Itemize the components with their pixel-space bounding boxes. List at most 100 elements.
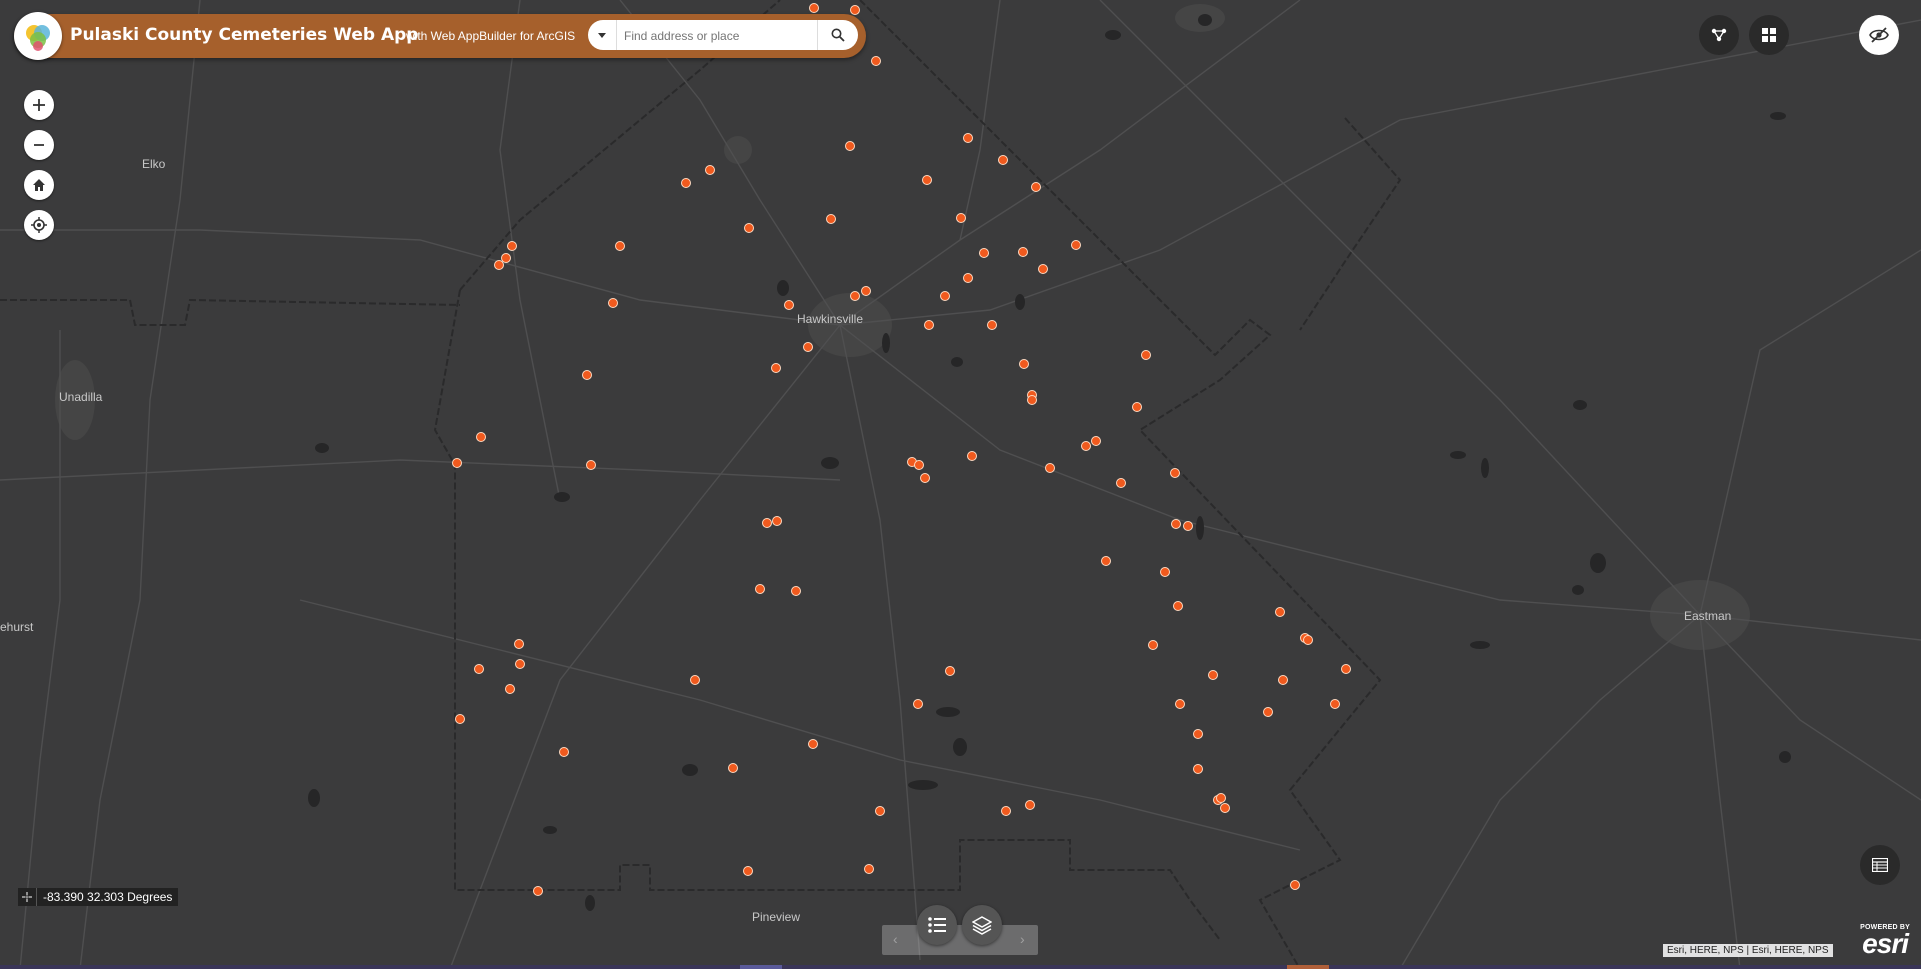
cemetery-marker[interactable] bbox=[1183, 521, 1193, 531]
cemetery-marker[interactable] bbox=[945, 666, 955, 676]
cemetery-marker[interactable] bbox=[755, 584, 765, 594]
cemetery-marker[interactable] bbox=[762, 518, 772, 528]
cemetery-marker[interactable] bbox=[1141, 350, 1151, 360]
cemetery-marker[interactable] bbox=[476, 432, 486, 442]
cemetery-marker[interactable] bbox=[1027, 395, 1037, 405]
prev-arrow[interactable]: ‹ bbox=[893, 931, 898, 947]
cemetery-marker[interactable] bbox=[861, 286, 871, 296]
map-attribution[interactable]: Esri, HERE, NPS | Esri, HERE, NPS bbox=[1663, 944, 1833, 957]
cemetery-marker[interactable] bbox=[1175, 699, 1185, 709]
cemetery-marker[interactable] bbox=[1025, 800, 1035, 810]
cemetery-marker[interactable] bbox=[914, 460, 924, 470]
cemetery-marker[interactable] bbox=[1116, 478, 1126, 488]
cemetery-marker[interactable] bbox=[728, 763, 738, 773]
cemetery-marker[interactable] bbox=[1018, 247, 1028, 257]
cemetery-marker[interactable] bbox=[875, 806, 885, 816]
cemetery-marker[interactable] bbox=[559, 747, 569, 757]
cemetery-marker[interactable] bbox=[505, 684, 515, 694]
cemetery-marker[interactable] bbox=[1091, 436, 1101, 446]
search-source-dropdown[interactable] bbox=[588, 20, 617, 50]
cemetery-marker[interactable] bbox=[826, 214, 836, 224]
cemetery-marker[interactable] bbox=[1193, 764, 1203, 774]
cemetery-marker[interactable] bbox=[850, 5, 860, 15]
share-button[interactable] bbox=[1699, 15, 1739, 55]
cemetery-marker[interactable] bbox=[1031, 182, 1041, 192]
cemetery-marker[interactable] bbox=[850, 291, 860, 301]
home-button[interactable] bbox=[24, 170, 54, 200]
toggle-visibility-button[interactable] bbox=[1859, 15, 1899, 55]
cemetery-marker[interactable] bbox=[533, 886, 543, 896]
cemetery-marker[interactable] bbox=[1263, 707, 1273, 717]
cemetery-marker[interactable] bbox=[1001, 806, 1011, 816]
cemetery-marker[interactable] bbox=[1220, 803, 1230, 813]
cemetery-marker[interactable] bbox=[940, 291, 950, 301]
cemetery-marker[interactable] bbox=[582, 370, 592, 380]
legend-button[interactable] bbox=[917, 905, 957, 945]
cemetery-marker[interactable] bbox=[956, 213, 966, 223]
cemetery-marker[interactable] bbox=[1101, 556, 1111, 566]
cemetery-marker[interactable] bbox=[681, 178, 691, 188]
cemetery-marker[interactable] bbox=[1171, 519, 1181, 529]
cemetery-marker[interactable] bbox=[1216, 793, 1226, 803]
cemetery-marker[interactable] bbox=[1038, 264, 1048, 274]
cemetery-marker[interactable] bbox=[1290, 880, 1300, 890]
cemetery-marker[interactable] bbox=[586, 460, 596, 470]
search-input[interactable] bbox=[622, 24, 816, 48]
cemetery-marker[interactable] bbox=[979, 248, 989, 258]
cemetery-marker[interactable] bbox=[922, 175, 932, 185]
cemetery-marker[interactable] bbox=[998, 155, 1008, 165]
cemetery-marker[interactable] bbox=[507, 241, 517, 251]
cemetery-marker[interactable] bbox=[864, 864, 874, 874]
cemetery-marker[interactable] bbox=[1160, 567, 1170, 577]
cemetery-marker[interactable] bbox=[772, 516, 782, 526]
cemetery-marker[interactable] bbox=[924, 320, 934, 330]
cemetery-marker[interactable] bbox=[1275, 607, 1285, 617]
map-canvas[interactable]: Elko Unadilla Hawkinsville Eastman ehurs… bbox=[0, 0, 1921, 969]
zoom-in-button[interactable] bbox=[24, 90, 54, 120]
search-button[interactable] bbox=[817, 20, 858, 50]
cemetery-marker[interactable] bbox=[1045, 463, 1055, 473]
cemetery-marker[interactable] bbox=[1019, 359, 1029, 369]
next-arrow[interactable]: › bbox=[1020, 931, 1025, 947]
cemetery-marker[interactable] bbox=[1170, 468, 1180, 478]
cemetery-marker[interactable] bbox=[791, 586, 801, 596]
cemetery-marker[interactable] bbox=[1081, 441, 1091, 451]
cemetery-marker[interactable] bbox=[1173, 601, 1183, 611]
cemetery-marker[interactable] bbox=[514, 639, 524, 649]
cemetery-marker[interactable] bbox=[1341, 664, 1351, 674]
cemetery-marker[interactable] bbox=[1303, 635, 1313, 645]
cemetery-marker[interactable] bbox=[1148, 640, 1158, 650]
cemetery-marker[interactable] bbox=[494, 260, 504, 270]
cemetery-marker[interactable] bbox=[809, 3, 819, 13]
cemetery-marker[interactable] bbox=[615, 241, 625, 251]
esri-logo[interactable]: POWERED BY esri bbox=[1852, 924, 1910, 959]
cemetery-marker[interactable] bbox=[690, 675, 700, 685]
cemetery-marker[interactable] bbox=[987, 320, 997, 330]
cemetery-marker[interactable] bbox=[744, 223, 754, 233]
cemetery-marker[interactable] bbox=[1278, 675, 1288, 685]
cemetery-marker[interactable] bbox=[705, 165, 715, 175]
cemetery-marker[interactable] bbox=[871, 56, 881, 66]
cemetery-marker[interactable] bbox=[515, 659, 525, 669]
cemetery-marker[interactable] bbox=[452, 458, 462, 468]
cemetery-marker[interactable] bbox=[845, 141, 855, 151]
cemetery-marker[interactable] bbox=[913, 699, 923, 709]
cemetery-marker[interactable] bbox=[608, 298, 618, 308]
cemetery-marker[interactable] bbox=[963, 133, 973, 143]
cemetery-marker[interactable] bbox=[963, 273, 973, 283]
cemetery-marker[interactable] bbox=[803, 342, 813, 352]
cemetery-marker[interactable] bbox=[743, 866, 753, 876]
cemetery-marker[interactable] bbox=[920, 473, 930, 483]
cemetery-marker[interactable] bbox=[474, 664, 484, 674]
cemetery-marker[interactable] bbox=[1330, 699, 1340, 709]
attribute-table-button[interactable] bbox=[1860, 845, 1900, 885]
cemetery-marker[interactable] bbox=[808, 739, 818, 749]
zoom-out-button[interactable] bbox=[24, 130, 54, 160]
widgets-button[interactable] bbox=[1749, 15, 1789, 55]
cemetery-marker[interactable] bbox=[771, 363, 781, 373]
my-location-button[interactable] bbox=[24, 210, 54, 240]
cemetery-marker[interactable] bbox=[501, 253, 511, 263]
layers-button[interactable] bbox=[962, 905, 1002, 945]
cemetery-marker[interactable] bbox=[784, 300, 794, 310]
cemetery-marker[interactable] bbox=[967, 451, 977, 461]
